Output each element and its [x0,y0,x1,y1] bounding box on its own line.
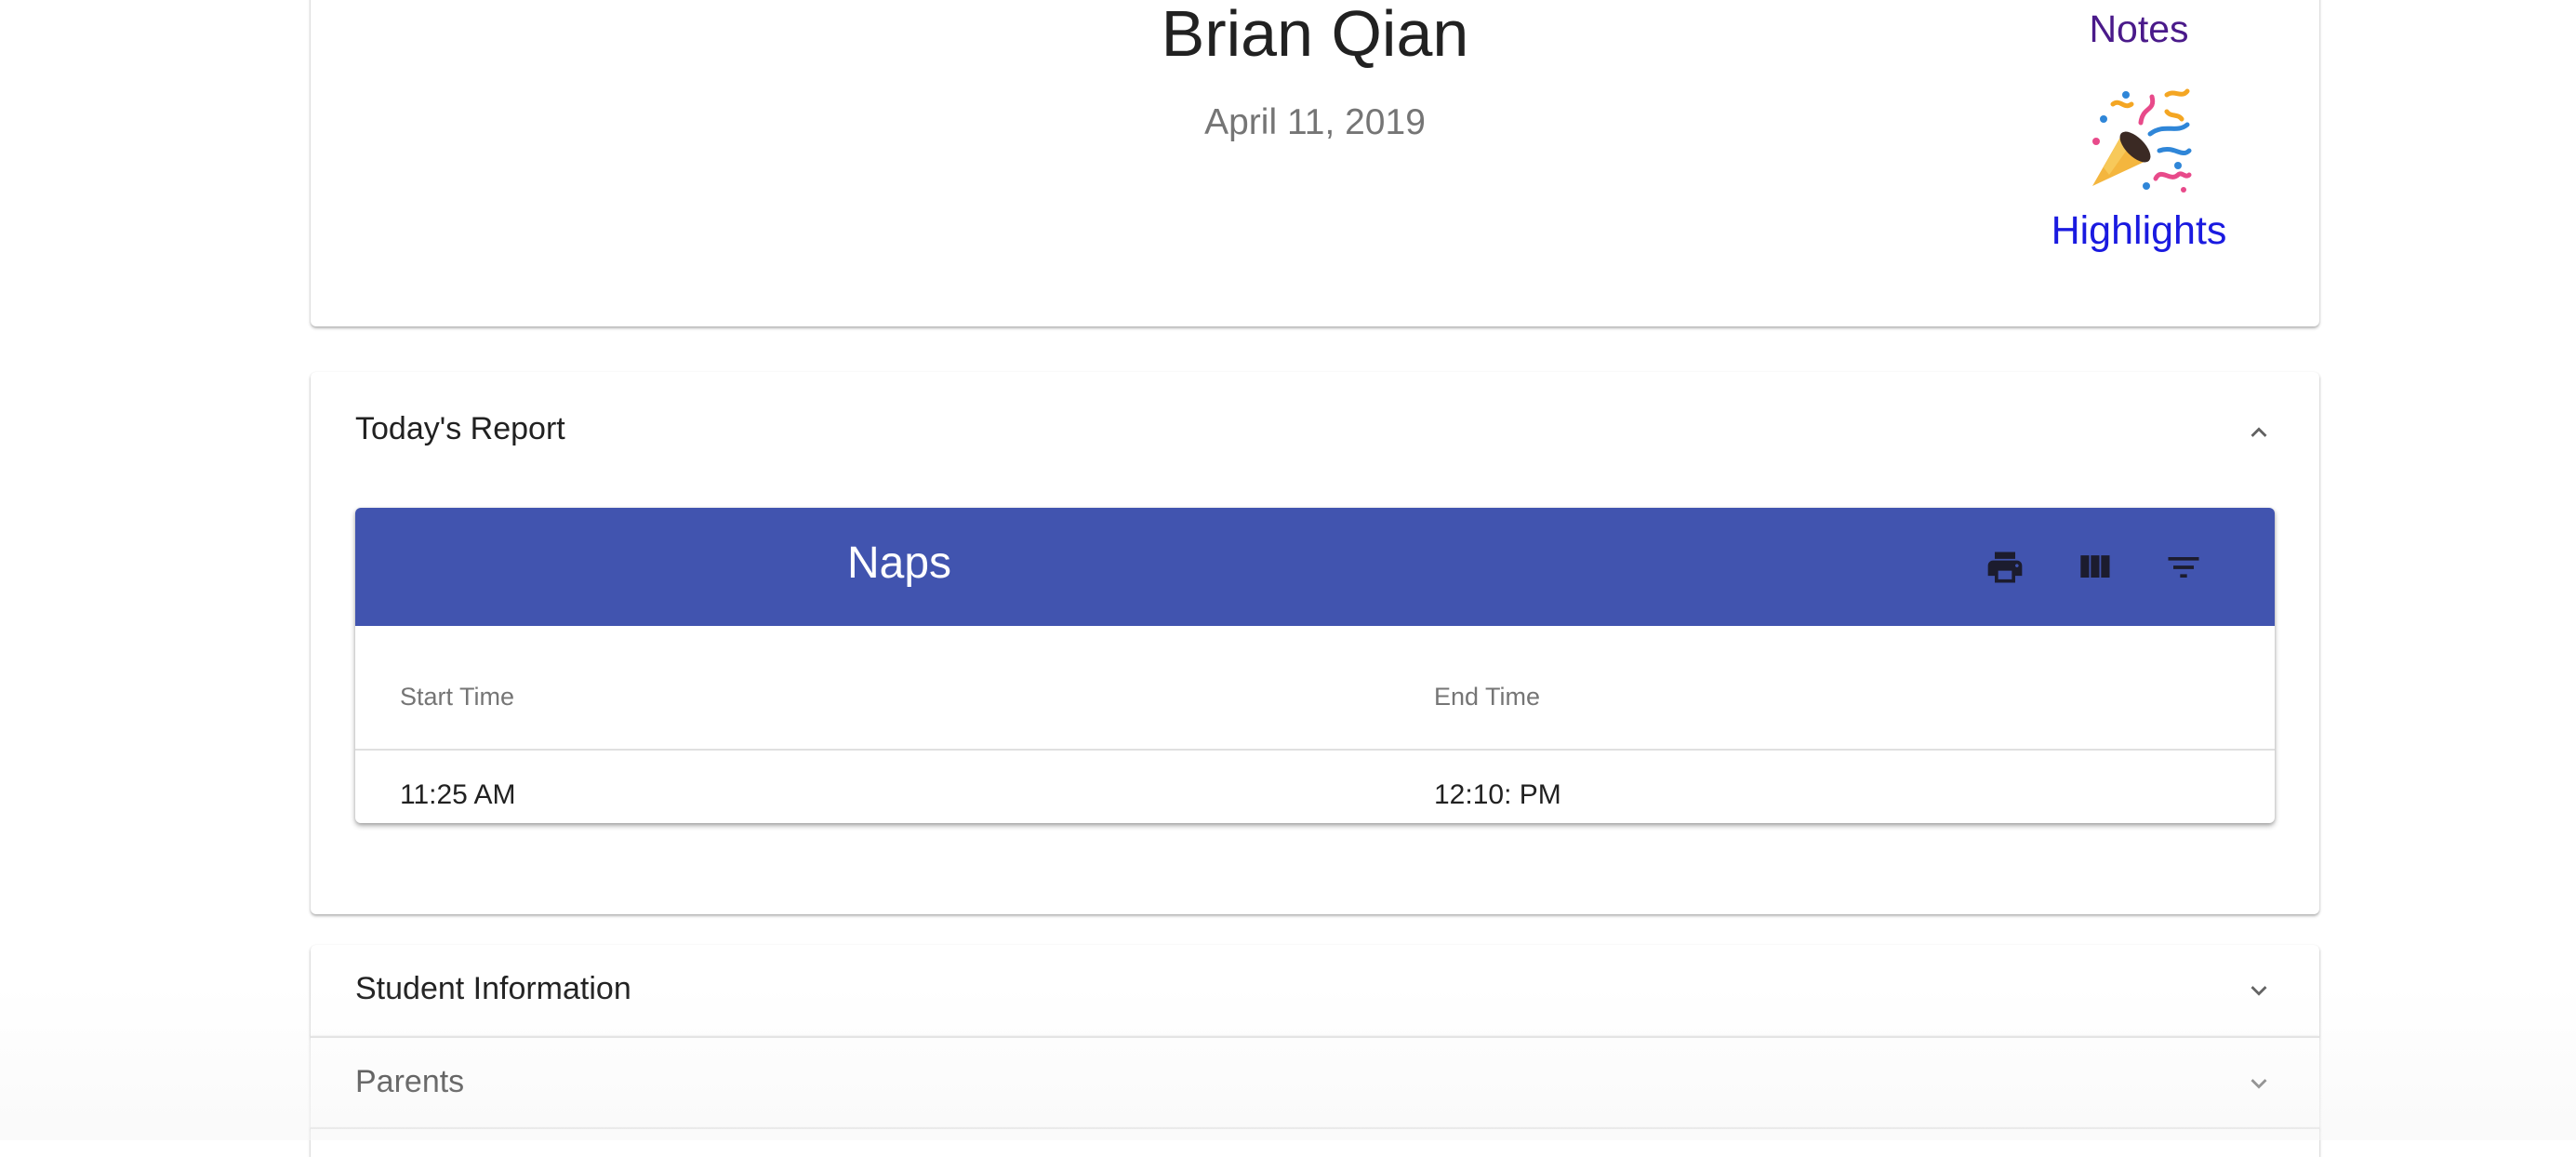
view-columns-icon[interactable] [2074,547,2115,588]
report-date: April 11, 2019 [1204,102,1426,142]
highlights-link[interactable]: Highlights [1995,208,2283,254]
student-information-panel[interactable]: Student Information [311,945,2319,1036]
todays-report-panel: Today's Report Naps Start Time End Time … [311,372,2319,914]
table-cell-start-time: 11:25 AM [400,779,516,810]
next-panel-edge [311,1127,2319,1157]
column-header-start-time[interactable]: Start Time [400,683,514,711]
notes-link[interactable]: Notes [1995,7,2283,51]
parents-panel[interactable]: Parents [311,1036,2319,1129]
table-cell-end-time: 12:10: PM [1434,779,1561,810]
naps-table-toolbar: Naps [355,508,2275,626]
filter-icon[interactable] [2163,547,2204,588]
print-icon[interactable] [1985,547,2025,588]
parents-title[interactable]: Parents [355,1064,464,1100]
student-information-title[interactable]: Student Information [355,971,631,1007]
naps-table-title: Naps [846,539,952,588]
party-popper-icon[interactable] [2085,86,2193,193]
chevron-up-icon[interactable] [2243,417,2275,448]
chevron-down-icon[interactable] [2243,975,2275,1006]
column-header-end-time[interactable]: End Time [1434,683,1540,711]
naps-table: Naps Start Time End Time 11:25 AM 12:10:… [355,508,2275,823]
chevron-down-icon[interactable] [2243,1068,2275,1099]
table-header-divider [355,749,2275,751]
student-profile-card: Brian Qian April 11, 2019 Notes Highligh… [311,0,2319,326]
todays-report-title[interactable]: Today's Report [355,411,565,447]
